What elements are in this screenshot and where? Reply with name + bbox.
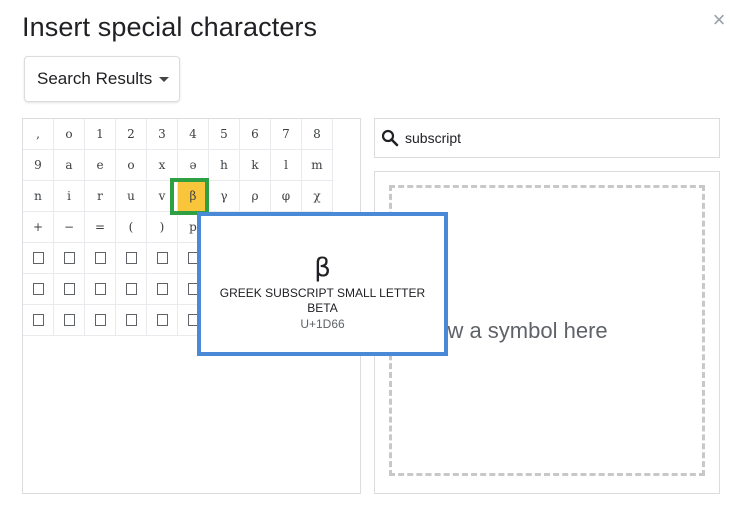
tooltip-character-name: GREEK SUBSCRIPT SMALL LETTER BETA [219, 286, 426, 315]
character-tooltip: β GREEK SUBSCRIPT SMALL LETTER BETA U+1D… [197, 212, 448, 356]
tooltip-character: β [314, 253, 331, 283]
char-cell[interactable]: ) [147, 212, 178, 243]
char-cell[interactable]: + [23, 212, 54, 243]
char-cell-placeholder[interactable] [147, 243, 178, 274]
char-cell-placeholder[interactable] [54, 274, 85, 305]
char-cell[interactable]: φ [271, 181, 302, 212]
char-cell[interactable]: l [271, 150, 302, 181]
char-cell[interactable]: r [85, 181, 116, 212]
tooltip-code-point: U+1D66 [300, 317, 345, 331]
char-cell-placeholder[interactable] [23, 274, 54, 305]
char-cell[interactable]: 3 [147, 119, 178, 150]
char-cell[interactable]: v [147, 181, 178, 212]
char-cell-placeholder[interactable] [54, 305, 85, 336]
char-cell-placeholder[interactable] [116, 243, 147, 274]
char-cell[interactable]: a [54, 150, 85, 181]
char-cell[interactable]: = [85, 212, 116, 243]
dialog-title: Insert special characters [22, 12, 318, 42]
char-cell-placeholder[interactable] [116, 274, 147, 305]
char-cell-placeholder[interactable] [147, 274, 178, 305]
char-cell[interactable]: 5 [209, 119, 240, 150]
category-dropdown[interactable]: Search Results [24, 56, 180, 102]
search-box[interactable] [374, 118, 720, 158]
char-cell[interactable]: o [54, 119, 85, 150]
char-cell[interactable]: 9 [23, 150, 54, 181]
char-cell[interactable]: 2 [116, 119, 147, 150]
char-cell[interactable]: 7 [271, 119, 302, 150]
char-cell-placeholder[interactable] [23, 243, 54, 274]
char-cell[interactable]: γ [209, 181, 240, 212]
char-cell-placeholder[interactable] [54, 243, 85, 274]
char-cell[interactable]: 1 [85, 119, 116, 150]
char-cell[interactable]: ( [116, 212, 147, 243]
search-icon [381, 129, 399, 147]
char-cell[interactable]: o [116, 150, 147, 181]
close-icon[interactable]: × [707, 8, 731, 32]
char-cell[interactable]: m [302, 150, 333, 181]
char-cell[interactable]: i [54, 181, 85, 212]
char-cell[interactable]: 6 [240, 119, 271, 150]
chevron-down-icon [159, 77, 169, 82]
char-cell[interactable]: e [85, 150, 116, 181]
char-cell[interactable]: − [54, 212, 85, 243]
char-cell-placeholder[interactable] [85, 274, 116, 305]
char-cell[interactable]: n [23, 181, 54, 212]
char-cell[interactable]: ρ [240, 181, 271, 212]
char-cell[interactable]: χ [302, 181, 333, 212]
char-cell-placeholder[interactable] [85, 305, 116, 336]
char-cell-placeholder[interactable] [23, 305, 54, 336]
char-cell[interactable]: β [178, 181, 209, 212]
char-cell[interactable]: u [116, 181, 147, 212]
char-cell-placeholder[interactable] [85, 243, 116, 274]
char-cell[interactable]: h [209, 150, 240, 181]
char-cell[interactable]: ə [178, 150, 209, 181]
category-dropdown-label: Search Results [37, 69, 153, 88]
search-input[interactable] [403, 129, 707, 147]
char-cell-placeholder[interactable] [147, 305, 178, 336]
char-cell[interactable]: , [23, 119, 54, 150]
char-cell[interactable]: k [240, 150, 271, 181]
char-cell[interactable]: x [147, 150, 178, 181]
char-cell-placeholder[interactable] [116, 305, 147, 336]
char-cell[interactable]: 8 [302, 119, 333, 150]
char-cell[interactable]: 4 [178, 119, 209, 150]
